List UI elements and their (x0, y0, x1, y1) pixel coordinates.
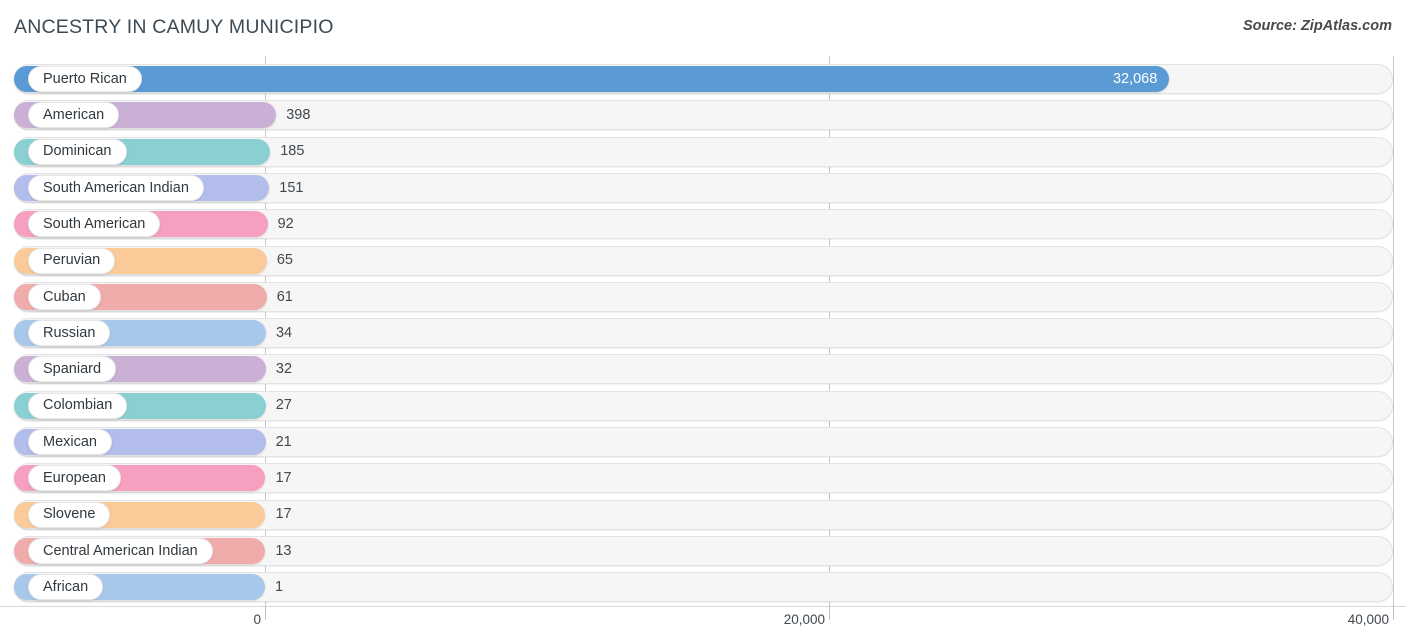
axis-line (0, 606, 1406, 607)
bar-value-label: 185 (280, 143, 305, 160)
axis-tick (1393, 606, 1394, 620)
bar-category-label: Puerto Rican (43, 70, 127, 87)
bar-category-pill[interactable]: South American Indian (28, 174, 204, 201)
chart-header: ANCESTRY IN CAMUY MUNICIPIO Source: ZipA… (0, 0, 1406, 56)
bar-category-label: Colombian (43, 397, 113, 414)
bar-category-pill[interactable]: Mexican (28, 429, 112, 455)
bar-value-label: 32,068 (1112, 70, 1158, 87)
bar-value-label: 21 (275, 433, 292, 450)
bar-category-label: Mexican (43, 433, 97, 450)
bar-category-label: European (43, 470, 106, 487)
bar[interactable] (14, 66, 1170, 92)
bar-category-label: Russian (43, 324, 96, 341)
bar-row[interactable]: South American Indian 151 (0, 171, 1406, 207)
bar-value-label: 32 (275, 361, 293, 378)
bar-row[interactable]: European 17 (0, 461, 1406, 497)
bar-value-label: 34 (275, 324, 293, 341)
bar-category-label: African (43, 578, 89, 595)
bar-row[interactable]: Cuban 61 (0, 280, 1406, 316)
bar-value-label: 151 (279, 179, 304, 196)
bar-category-pill[interactable]: Dominican (28, 138, 127, 165)
bar-category-pill[interactable]: Slovene (28, 501, 110, 528)
bar-category-pill[interactable]: Colombian (28, 392, 127, 419)
bar-row[interactable]: American 398 (0, 98, 1406, 134)
bar-value-label: 398 (286, 107, 311, 124)
bar-row[interactable]: Spaniard 32 (0, 352, 1406, 388)
bar-category-label: Slovene (43, 506, 96, 523)
bar-row[interactable]: Puerto Rican 32,068 (0, 62, 1406, 98)
bar-row[interactable]: Colombian 27 (0, 389, 1406, 425)
bar-value-label: 65 (276, 252, 293, 269)
bar-category-pill[interactable]: American (28, 102, 119, 129)
bar-category-label: Cuban (43, 288, 86, 305)
x-axis: 0 20,000 40,000 (0, 606, 1406, 644)
bar-category-pill[interactable]: Spaniard (28, 356, 116, 383)
bar-row[interactable]: African 1 (0, 570, 1406, 606)
axis-tick (829, 606, 830, 620)
bar-row[interactable]: Russian 34 (0, 316, 1406, 352)
source-label: Source: ZipAtlas.com (1242, 18, 1392, 34)
bar-value-label: 61 (276, 288, 293, 305)
bar-category-label: Peruvian (43, 252, 101, 269)
bar-category-pill[interactable]: Central American Indian (28, 537, 213, 564)
chart-plot-area: Puerto Rican 32,068 American 398 Dominican 18… (0, 56, 1406, 606)
bar-row[interactable]: Mexican 21 (0, 425, 1406, 461)
bar-row[interactable]: Central American Indian 13 (0, 534, 1406, 570)
bar-row[interactable]: South American 92 (0, 207, 1406, 243)
bar-value-label: 17 (275, 506, 292, 523)
bar-row[interactable]: Dominican 185 (0, 135, 1406, 171)
bar-category-pill[interactable]: South American (28, 211, 160, 238)
bar-value-label: 17 (275, 470, 292, 487)
bar-value-label: 27 (275, 397, 292, 414)
bar-row[interactable]: Slovene 17 (0, 498, 1406, 534)
bar-category-label: American (43, 107, 105, 124)
bar-category-pill[interactable]: African (28, 574, 103, 601)
bar-category-label: Central American Indian (43, 542, 198, 559)
bar-category-pill[interactable]: Russian (28, 320, 110, 347)
axis-tick-label: 20,000 (783, 612, 825, 627)
bar-category-label: South American Indian (43, 179, 189, 196)
axis-tick (265, 606, 266, 620)
bar-category-pill[interactable]: Cuban (28, 283, 101, 310)
bar-value-label: 13 (275, 542, 292, 559)
bar-row[interactable]: Peruvian 65 (0, 244, 1406, 280)
bar-category-label: Spaniard (43, 361, 102, 378)
bar-value-label: 1 (275, 578, 284, 595)
bar-category-pill[interactable]: Puerto Rican (28, 66, 142, 92)
bar-category-label: Dominican (43, 143, 112, 160)
bar-value-label: 92 (277, 215, 294, 232)
bar-category-label: South American (43, 215, 146, 232)
page-title: ANCESTRY IN CAMUY MUNICIPIO (14, 16, 334, 38)
bar-category-pill[interactable]: Peruvian (28, 247, 115, 274)
axis-tick-label: 0 (253, 612, 261, 627)
bar-category-pill[interactable]: European (28, 465, 121, 492)
axis-tick-label: 40,000 (1347, 612, 1389, 627)
